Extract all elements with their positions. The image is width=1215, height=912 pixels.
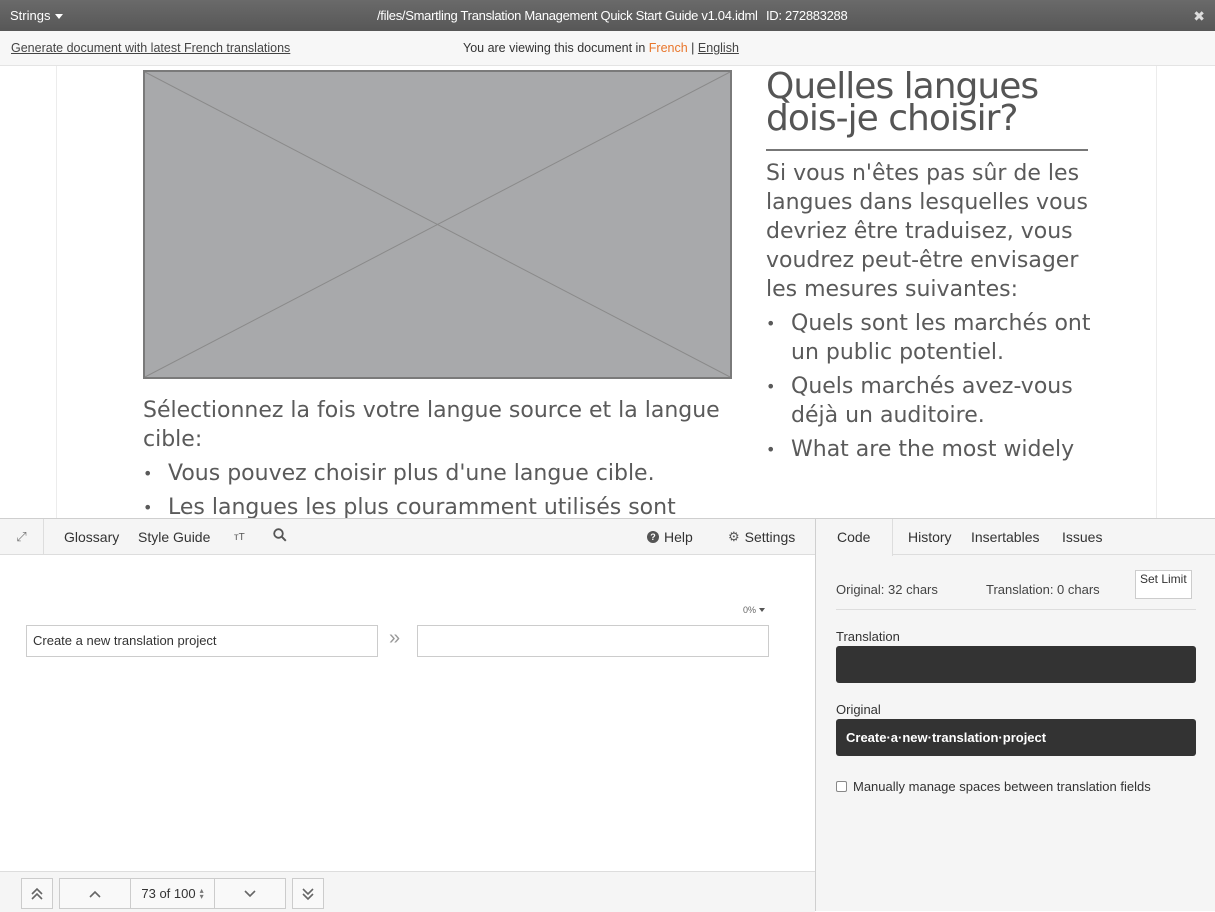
chevron-down-icon: [759, 608, 766, 612]
original-code-view: Create·a·new·translation·project: [836, 719, 1196, 756]
list-item: Quels sont les marchés ont un public pot…: [766, 309, 1091, 367]
tab-code[interactable]: Code: [816, 519, 893, 556]
right-bullet-list: Quels sont les marchés ont un public pot…: [766, 309, 1091, 464]
page-margin-right: [1156, 66, 1157, 518]
style-guide-button[interactable]: Style Guide: [138, 529, 210, 545]
generate-document-link[interactable]: Generate document with latest French tra…: [11, 41, 290, 55]
help-button[interactable]: ? Help: [647, 529, 693, 545]
previous-string-button[interactable]: [59, 878, 131, 909]
document-id: ID: 272883288: [766, 8, 848, 23]
translation-code-view: [836, 646, 1196, 683]
strings-menu-label: Strings: [10, 8, 51, 23]
next-string-button[interactable]: [214, 878, 286, 909]
gear-icon: ⚙: [728, 529, 740, 544]
divider: [836, 609, 1196, 610]
document-preview: Sélectionnez la fois votre langue source…: [0, 66, 1215, 518]
viewing-prefix: You are viewing this document in: [463, 41, 646, 55]
viewing-language-notice: You are viewing this document in French …: [463, 41, 739, 55]
expand-icon[interactable]: ⤢: [0, 519, 44, 554]
list-item: Quels marchés avez-vous déjà un auditoir…: [766, 372, 1091, 430]
top-bar: Strings /files/Smartling Translation Man…: [0, 0, 1215, 31]
current-language: French: [648, 41, 688, 55]
string-details-panel: Code History Insertables Issues Original…: [815, 518, 1215, 911]
close-icon[interactable]: ✖: [1193, 8, 1205, 25]
chevron-down-icon: [55, 14, 64, 19]
language-notice-bar: Generate document with latest French tra…: [0, 31, 1215, 66]
list-item: Vous pouvez choisir plus d'une langue ci…: [143, 459, 733, 488]
search-icon[interactable]: [273, 528, 287, 545]
manual-spaces-label: Manually manage spaces between translati…: [853, 779, 1151, 794]
tab-history[interactable]: History: [908, 529, 952, 545]
original-char-count: Original: 32 chars: [836, 582, 938, 597]
translation-editor: ⤢ Glossary Style Guide тT ? Help ⚙ Setti…: [0, 518, 815, 912]
tab-insertables[interactable]: Insertables: [971, 529, 1039, 545]
section-paragraph: Si vous n'êtes pas sûr de les langues da…: [766, 161, 1088, 302]
page-margin-left: [56, 66, 57, 518]
double-chevron-up-icon: [31, 887, 43, 900]
pagination-bar: 73 of 100 ▴ ▾: [0, 871, 815, 912]
source-text-field: Create a new translation project: [26, 625, 378, 657]
language-separator: |: [691, 41, 695, 55]
list-item: Les langues les plus couramment utilisés…: [143, 493, 733, 518]
settings-button[interactable]: ⚙ Settings: [728, 529, 795, 545]
left-bullet-list: Vous pouvez choisir plus d'une langue ci…: [143, 459, 733, 518]
set-limit-button[interactable]: Set Limit: [1135, 570, 1192, 599]
double-chevron-right-icon: »: [389, 627, 401, 649]
manual-spaces-checkbox[interactable]: Manually manage spaces between translati…: [836, 779, 1151, 794]
help-label: Help: [664, 529, 693, 545]
text-size-icon[interactable]: тT: [234, 532, 245, 543]
match-percentage: 0%: [743, 605, 757, 615]
editor-toolbar: ⤢ Glossary Style Guide тT ? Help ⚙ Setti…: [0, 519, 815, 555]
page-selector[interactable]: 73 of 100 ▴ ▾: [130, 878, 215, 909]
original-label: Original: [836, 702, 881, 717]
last-string-button[interactable]: [292, 878, 324, 909]
match-percentage-dropdown[interactable]: 0%: [743, 605, 766, 615]
checkbox-box[interactable]: [836, 781, 847, 792]
left-intro: Sélectionnez la fois votre langue source…: [143, 398, 720, 452]
list-item: What are the most widely: [766, 435, 1091, 464]
first-string-button[interactable]: [21, 878, 53, 909]
translation-label: Translation: [836, 629, 900, 644]
glossary-button[interactable]: Glossary: [64, 529, 119, 545]
translation-char-count: Translation: 0 chars: [986, 582, 1100, 597]
double-chevron-down-icon: [302, 887, 314, 900]
help-icon: ?: [647, 531, 659, 543]
updown-icon: ▴ ▾: [199, 885, 204, 901]
image-placeholder: [143, 70, 732, 379]
placeholder-cross: [145, 72, 730, 377]
settings-label: Settings: [744, 529, 796, 545]
chevron-down-icon: [244, 889, 256, 897]
target-text-field[interactable]: [417, 625, 769, 657]
panel-tabs: Code History Insertables Issues: [816, 519, 1215, 556]
tab-issues[interactable]: Issues: [1062, 529, 1102, 545]
strings-menu[interactable]: Strings: [10, 8, 64, 23]
chevron-up-icon: [89, 890, 101, 898]
english-language-link[interactable]: English: [698, 41, 739, 55]
left-column-text: Sélectionnez la fois votre langue source…: [143, 396, 733, 518]
page-indicator: 73 of 100: [141, 886, 196, 901]
file-path: /files/Smartling Translation Management …: [377, 8, 758, 23]
section-heading: Quelles langues dois-je choisir?: [766, 69, 1088, 151]
right-column-text: Quelles langues dois-je choisir? Si vous…: [766, 69, 1091, 464]
